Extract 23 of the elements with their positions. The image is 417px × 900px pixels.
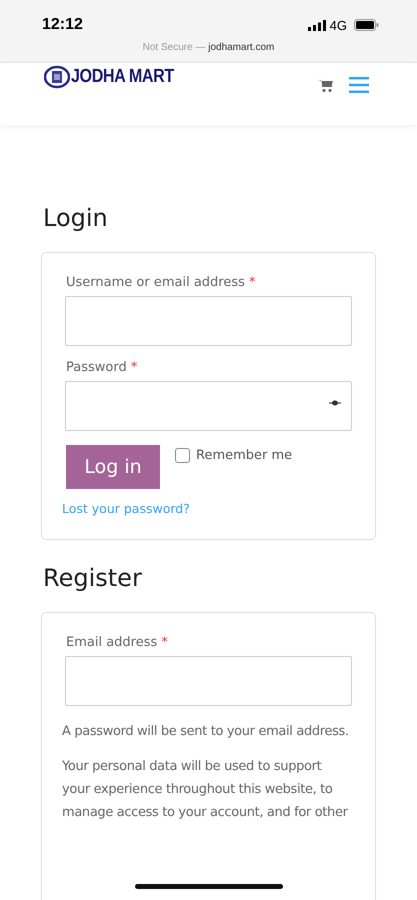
signal-icon [308, 20, 326, 30]
battery-icon [354, 19, 379, 31]
eye-icon[interactable] [329, 400, 341, 406]
remember-checkbox[interactable] [175, 448, 190, 463]
info-text: Your personal data will be used to support your experience throughout this website, to manage access to your account, and for other [62, 758, 349, 822]
field-label: Email address * [65, 635, 169, 650]
field-label: Password * [65, 360, 138, 375]
logo-icon [44, 65, 70, 89]
login-heading: Login [43, 204, 109, 232]
cart-icon[interactable] [318, 78, 333, 92]
logo-text[interactable]: JODHA MART [71, 66, 174, 88]
info-text: A password will be sent to your email address. [62, 723, 350, 741]
menu-icon[interactable] [349, 77, 369, 93]
input-field[interactable] [65, 656, 352, 706]
network-label: 4G [330, 18, 347, 32]
clock-time: 12:12 [42, 16, 83, 34]
remember-label: Remember me [196, 448, 292, 463]
register-heading: Register [43, 564, 143, 592]
password-field[interactable] [65, 381, 352, 431]
input-field[interactable] [65, 296, 352, 346]
address-bar-text[interactable]: Not Secure — jodhamart.com [0, 42, 417, 53]
field-label: Username or email address * [65, 275, 257, 290]
login-button[interactable]: Log in [66, 445, 160, 489]
